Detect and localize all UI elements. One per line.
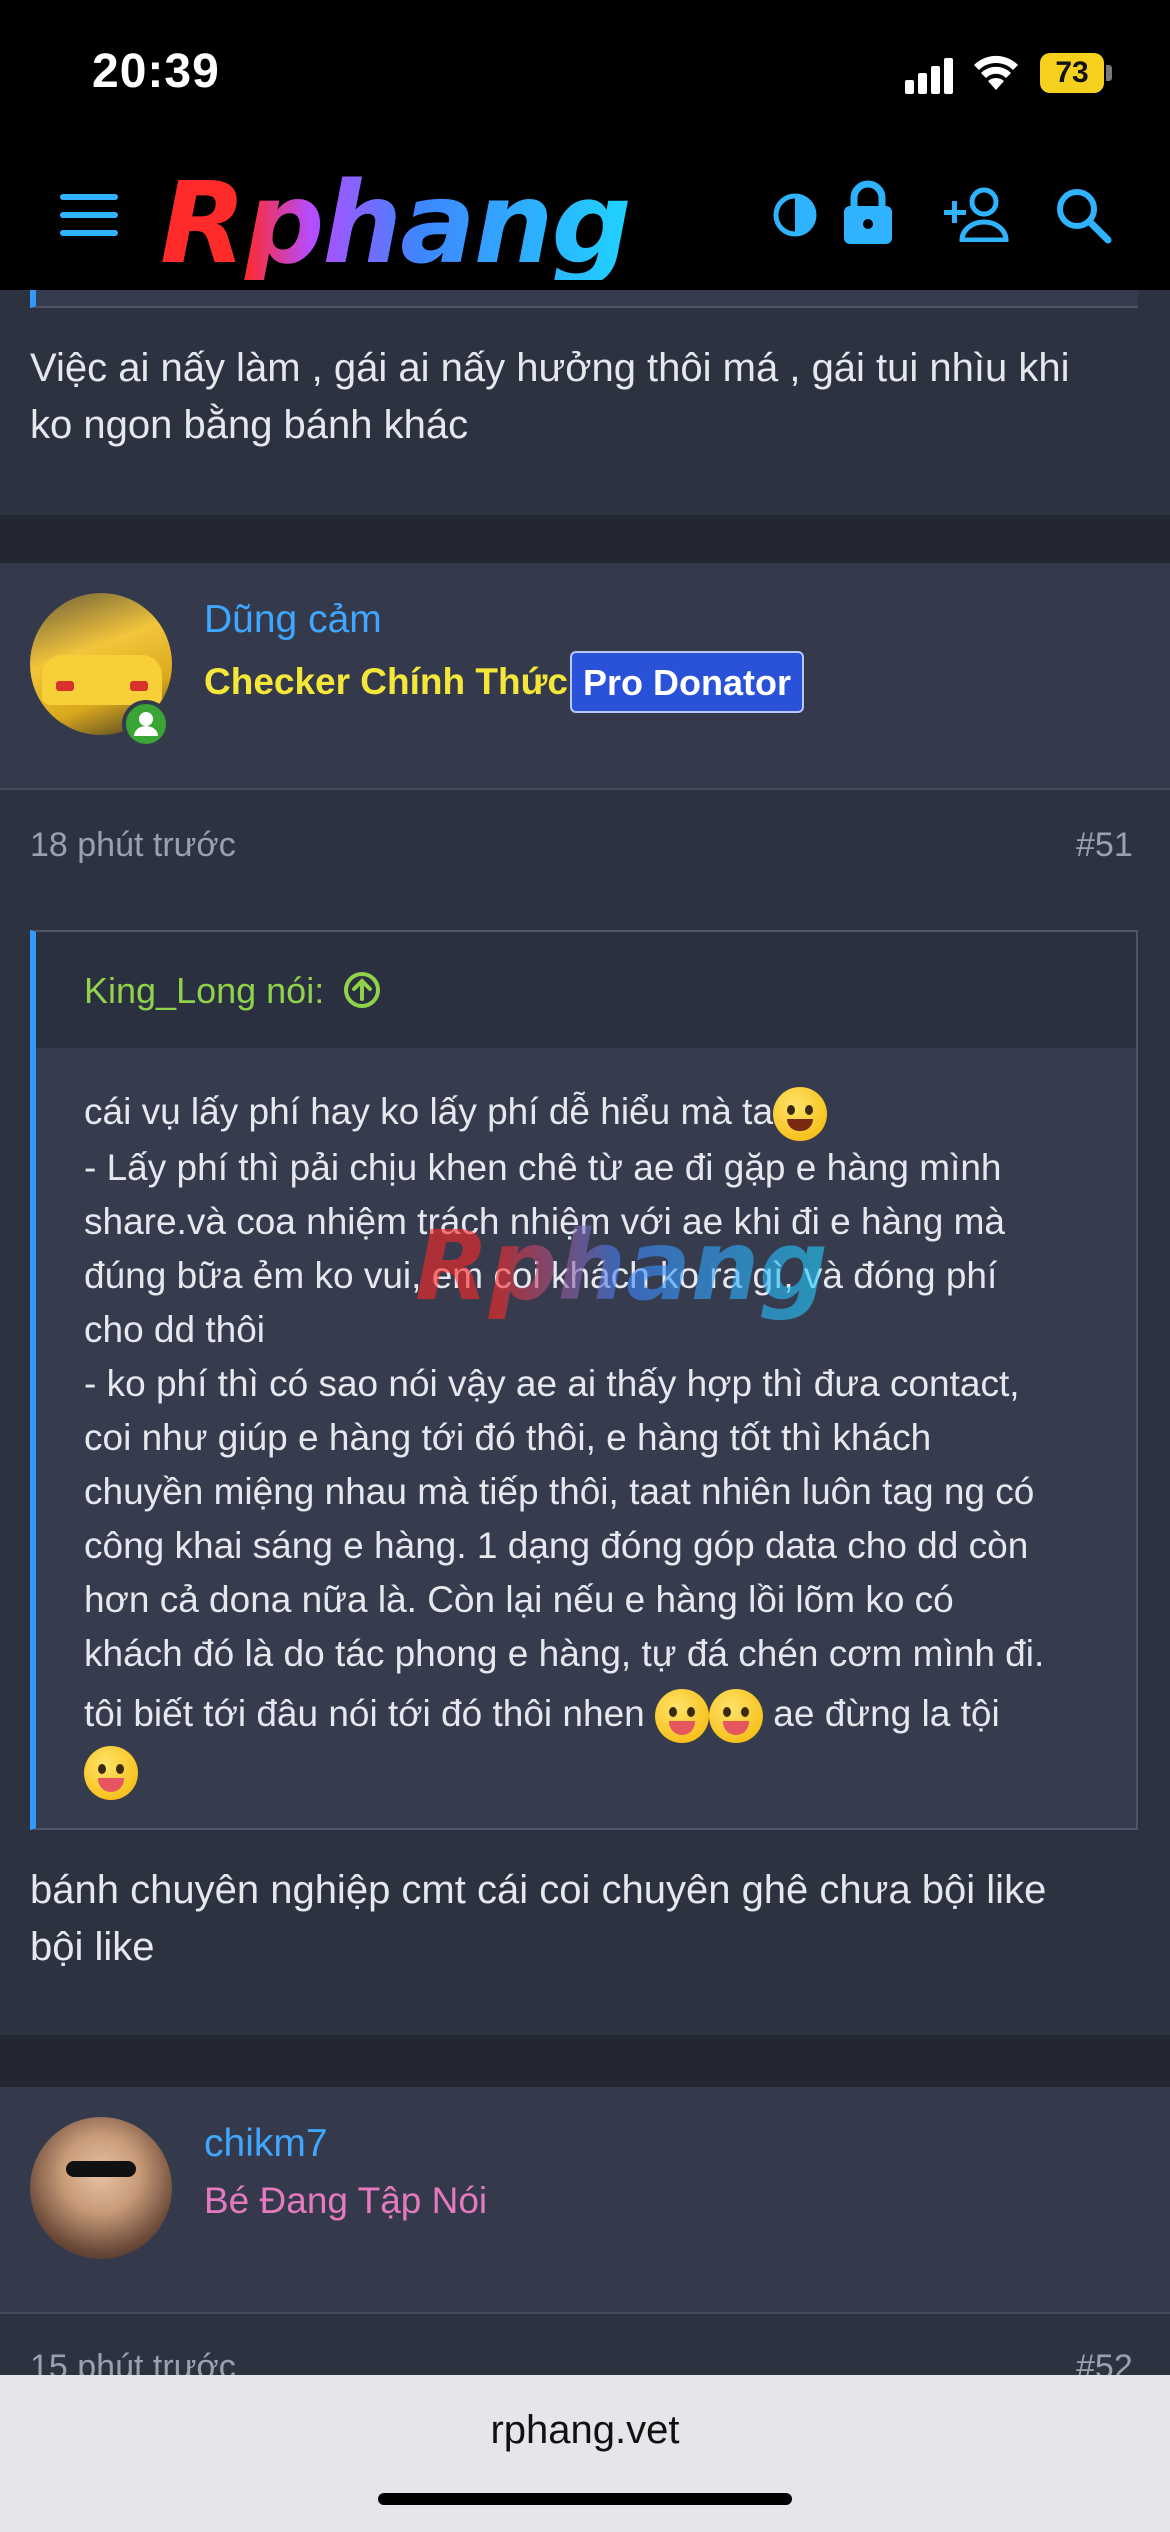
battery-tip [1106, 65, 1112, 81]
search-icon[interactable] [1054, 186, 1112, 244]
post-message: Việc ai nấy làm , gái ai nấy hưởng thôi … [30, 346, 1070, 447]
laughing-emoji-icon [773, 1087, 828, 1142]
site-logo[interactable]: Rphang [160, 168, 632, 280]
post-51-rank: Checker Chính Thức [204, 661, 568, 702]
arrow-up-circle-icon[interactable] [342, 970, 382, 1010]
post-51-time[interactable]: 18 phút trước [30, 826, 236, 865]
pro-donator-badge: Pro Donator [570, 651, 805, 713]
tongue-emoji-icon [84, 1745, 138, 1800]
tongue-emoji-icon [709, 1689, 764, 1744]
status-time: 20:39 [92, 45, 220, 98]
lock-icon[interactable] [842, 178, 894, 246]
post-52-username[interactable]: chikm7 [204, 2122, 328, 2166]
home-indicator[interactable] [378, 2493, 792, 2505]
battery-level: 73 [1055, 56, 1089, 89]
contrast-icon[interactable] [772, 192, 818, 238]
post-51-number[interactable]: #51 [1076, 826, 1133, 865]
add-user-icon[interactable] [944, 186, 1014, 242]
menu-icon[interactable] [60, 192, 120, 238]
post-52-user-bar [0, 2087, 1170, 2312]
browser-address-bar[interactable] [0, 2375, 1170, 2532]
quote-author[interactable]: King_Long nói: [84, 970, 382, 1012]
online-status-icon [122, 700, 170, 748]
post-52-rank: Bé Đang Tập Nói [204, 2180, 488, 2221]
quote-body: cái vụ lấy phí hay ko lấy phí dễ hiểu mà… [84, 1085, 1104, 1800]
quote-block-end [30, 290, 1138, 308]
wifi-icon [974, 55, 1018, 90]
tongue-emoji-icon [655, 1689, 710, 1744]
cellular-signal-icon [905, 58, 953, 94]
post-51-username[interactable]: Dũng cảm [204, 598, 382, 642]
url-text[interactable]: rphang.vet [0, 2408, 1170, 2453]
avatar[interactable] [30, 2117, 172, 2259]
watermark-logo: Rphang [415, 1210, 828, 1322]
post-51-message: bánh chuyên nghiệp cmt cái coi chuyên gh… [30, 1868, 1047, 1969]
